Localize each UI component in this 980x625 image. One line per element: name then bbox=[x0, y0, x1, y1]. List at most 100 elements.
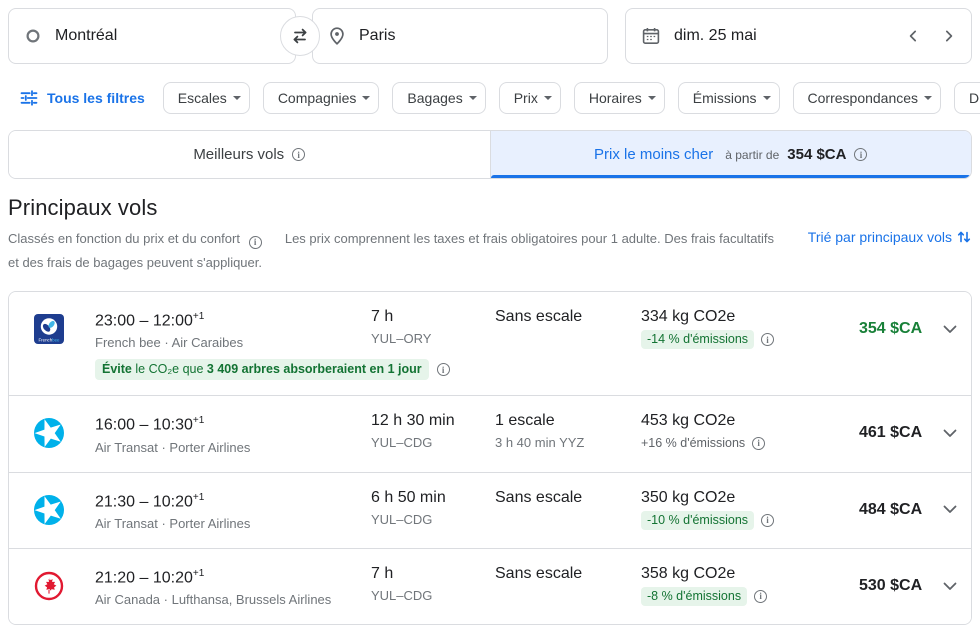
airline-logo: Frenchbee bbox=[9, 314, 95, 344]
filter-chip[interactable]: Horaires bbox=[574, 82, 665, 114]
airline-logo bbox=[9, 418, 95, 448]
filter-chip-label: Émissions bbox=[693, 90, 757, 106]
subtitle-ranking: Classés en fonction du prix et du confor… bbox=[8, 231, 240, 246]
expand-flight-button[interactable] bbox=[937, 499, 963, 520]
origin-value: Montréal bbox=[55, 27, 117, 45]
flight-route: YUL–CDG bbox=[371, 510, 487, 529]
info-icon[interactable] bbox=[752, 437, 765, 450]
swap-button[interactable] bbox=[280, 16, 320, 56]
price-cell: 461 $CA bbox=[859, 424, 922, 442]
flight-times: 21:20 – 10:20 bbox=[95, 569, 193, 586]
info-icon[interactable] bbox=[292, 148, 305, 161]
expand-flight-button[interactable] bbox=[937, 423, 963, 444]
filter-chip-label: Horaires bbox=[589, 90, 642, 106]
sort-label: Trié par principaux vols bbox=[808, 229, 952, 245]
next-date-button[interactable] bbox=[931, 18, 967, 54]
chevron-right-icon bbox=[943, 30, 955, 42]
filter-chip-label: Prix bbox=[514, 90, 538, 106]
stops-cell: Sans escale bbox=[495, 306, 641, 352]
duration-cell: 12 h 30 min YUL–CDG bbox=[371, 410, 495, 456]
tab-cheapest-price[interactable]: Prix le moins cher à partir de 354 $CA bbox=[491, 131, 972, 178]
flight-row[interactable]: 21:30 – 10:20+1 Air Transat · Porter Air… bbox=[9, 472, 971, 548]
airline-logo bbox=[9, 571, 95, 601]
filter-chip[interactable]: Émissions bbox=[678, 82, 780, 114]
sort-button[interactable]: Trié par principaux vols bbox=[808, 227, 972, 245]
next-day-indicator: +1 bbox=[193, 415, 204, 426]
emissions-cell: 358 kg CO2e -8 % d'émissions bbox=[641, 563, 859, 609]
price: 354 $CA bbox=[859, 320, 922, 337]
chevron-down-icon bbox=[763, 96, 771, 100]
results-subtitle: Classés en fonction du prix et du confor… bbox=[8, 227, 780, 275]
info-icon[interactable] bbox=[761, 514, 774, 527]
co2-amount: 358 kg CO2e bbox=[641, 563, 851, 584]
filter-chip[interactable]: Escales bbox=[163, 82, 250, 114]
airlines-names: Air Canada · Lufthansa, Brussels Airline… bbox=[95, 590, 363, 609]
filter-chip-label: Durée bbox=[969, 90, 980, 106]
co2-amount: 334 kg CO2e bbox=[641, 306, 851, 327]
stops-count: Sans escale bbox=[495, 487, 633, 508]
filter-chip-label: Compagnies bbox=[278, 90, 357, 106]
expand-flight-button[interactable] bbox=[937, 319, 963, 340]
emissions-change: -10 % d'émissions bbox=[641, 511, 754, 530]
stops-detail: 3 h 40 min YYZ bbox=[495, 433, 633, 452]
stops-count: 1 escale bbox=[495, 410, 633, 431]
stops-count: Sans escale bbox=[495, 306, 633, 327]
origin-field[interactable]: Montréal bbox=[8, 8, 296, 64]
tab-best-flights[interactable]: Meilleurs vols bbox=[9, 131, 491, 178]
info-icon[interactable] bbox=[761, 333, 774, 346]
filter-chip[interactable]: Prix bbox=[499, 82, 561, 114]
info-icon[interactable] bbox=[249, 236, 262, 249]
flight-times-cell: 21:20 – 10:20+1 Air Canada · Lufthansa, … bbox=[95, 563, 371, 609]
info-icon[interactable] bbox=[854, 148, 867, 161]
all-filters-button[interactable]: Tous les filtres bbox=[20, 89, 145, 107]
filter-chip[interactable]: Bagages bbox=[392, 82, 485, 114]
flight-row[interactable]: Frenchbee 23:00 – 12:00+1 French bee · A… bbox=[9, 292, 971, 395]
flight-duration: 6 h 50 min bbox=[371, 487, 487, 508]
calendar-icon bbox=[642, 27, 660, 45]
sort-arrows-icon bbox=[956, 229, 972, 245]
price: 461 $CA bbox=[859, 424, 922, 441]
origin-circle-icon bbox=[25, 28, 41, 44]
flight-row[interactable]: 16:00 – 10:30+1 Air Transat · Porter Air… bbox=[9, 395, 971, 471]
emissions-change: -14 % d'émissions bbox=[641, 330, 754, 349]
flight-times: 21:30 – 10:20 bbox=[95, 493, 193, 510]
filter-chip[interactable]: Durée bbox=[954, 82, 980, 114]
stops-cell: 1 escale 3 h 40 min YYZ bbox=[495, 410, 641, 456]
price-cell: 484 $CA bbox=[859, 501, 922, 519]
tab-best-label: Meilleurs vols bbox=[193, 146, 284, 163]
next-day-indicator: +1 bbox=[193, 492, 204, 503]
airtransat-logo-icon bbox=[34, 418, 64, 448]
prev-date-button[interactable] bbox=[895, 18, 931, 54]
stops-cell: Sans escale bbox=[495, 563, 641, 609]
filter-chip-label: Escales bbox=[178, 90, 227, 106]
emissions-cell: 453 kg CO2e +16 % d'émissions bbox=[641, 410, 859, 456]
location-pin-icon bbox=[329, 27, 345, 45]
chevron-down-icon bbox=[469, 96, 477, 100]
expand-flight-button[interactable] bbox=[937, 576, 963, 597]
next-day-indicator: +1 bbox=[193, 568, 204, 579]
price: 484 $CA bbox=[859, 501, 922, 518]
flight-route: YUL–ORY bbox=[371, 329, 487, 348]
tab-cheapest-price: 354 $CA bbox=[787, 146, 846, 163]
filter-chip[interactable]: Compagnies bbox=[263, 82, 380, 114]
swap-icon bbox=[290, 26, 310, 46]
tune-icon bbox=[20, 89, 38, 107]
info-icon[interactable] bbox=[437, 363, 450, 376]
flight-route: YUL–CDG bbox=[371, 433, 487, 452]
aircanada-logo-icon bbox=[34, 571, 64, 601]
airlines-names: French bee · Air Caraibes bbox=[95, 333, 363, 352]
filter-chip-label: Correspondances bbox=[808, 90, 919, 106]
duration-cell: 6 h 50 min YUL–CDG bbox=[371, 487, 495, 533]
flight-row[interactable]: 21:20 – 10:20+1 Air Canada · Lufthansa, … bbox=[9, 548, 971, 624]
info-icon[interactable] bbox=[754, 590, 767, 603]
filter-chip-label: Bagages bbox=[407, 90, 462, 106]
all-filters-label: Tous les filtres bbox=[47, 90, 145, 106]
page-title: Principaux vols bbox=[8, 195, 972, 221]
flight-times-cell: 23:00 – 12:00+1 French bee · Air Caraibe… bbox=[95, 306, 371, 352]
filter-chip[interactable]: Correspondances bbox=[793, 82, 942, 114]
chevron-down-icon bbox=[544, 96, 552, 100]
date-field[interactable]: dim. 25 mai bbox=[625, 8, 972, 64]
filters-bar: Tous les filtres Escales Compagnies Baga… bbox=[0, 72, 980, 126]
destination-field[interactable]: Paris bbox=[312, 8, 608, 64]
price: 530 $CA bbox=[859, 577, 922, 594]
